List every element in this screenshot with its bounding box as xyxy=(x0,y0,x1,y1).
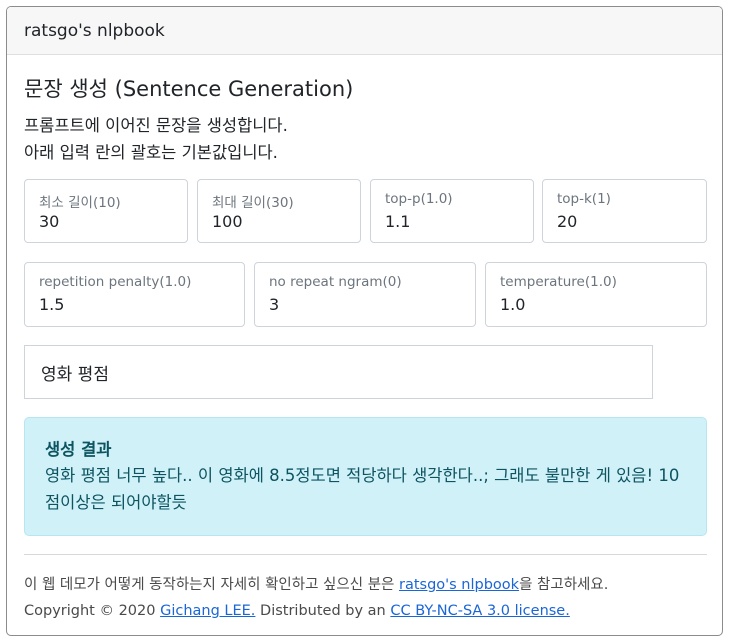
distribution-text: Distributed by an xyxy=(255,603,391,619)
top-p-field[interactable]: top-p(1.0) 1.1 xyxy=(370,179,534,243)
footer: 이 웹 데모가 어떻게 동작하는지 자세히 확인하고 싶으신 분은 ratsgo… xyxy=(24,572,608,624)
footer-line-1: 이 웹 데모가 어떻게 동작하는지 자세히 확인하고 싶으신 분은 ratsgo… xyxy=(24,572,608,598)
max-length-label: 최대 길이(30) xyxy=(212,195,294,211)
description-line-2: 아래 입력 란의 괄호는 기본값입니다. xyxy=(24,143,278,162)
top-k-label: top-k(1) xyxy=(557,191,611,207)
max-length-value: 100 xyxy=(212,212,243,231)
footer-line1-prefix: 이 웹 데모가 어떻게 동작하는지 자세히 확인하고 싶으신 분은 xyxy=(24,577,399,593)
nlpbook-link[interactable]: ratsgo's nlpbook xyxy=(399,577,519,593)
footer-line-2: Copyright © 2020 Gichang LEE. Distribute… xyxy=(24,598,608,624)
min-length-value: 30 xyxy=(39,212,60,231)
header-title: ratsgo's nlpbook xyxy=(24,20,165,41)
page-description: 프롬프트에 이어진 문장을 생성합니다. 아래 입력 란의 괄호는 기본값입니다… xyxy=(24,112,288,166)
repetition-penalty-value: 1.5 xyxy=(39,295,65,314)
no-repeat-ngram-label: no repeat ngram(0) xyxy=(269,274,402,290)
no-repeat-ngram-field[interactable]: no repeat ngram(0) 3 xyxy=(254,262,476,327)
top-k-field[interactable]: top-k(1) 20 xyxy=(542,179,707,243)
footer-line1-suffix: 을 참고하세요. xyxy=(519,577,609,593)
min-length-label: 최소 길이(10) xyxy=(39,195,121,211)
top-p-label: top-p(1.0) xyxy=(385,191,453,207)
top-p-value: 1.1 xyxy=(385,212,411,231)
temperature-field[interactable]: temperature(1.0) 1.0 xyxy=(485,262,707,327)
card-header: ratsgo's nlpbook xyxy=(7,7,722,55)
min-length-field[interactable]: 최소 길이(10) 30 xyxy=(24,179,188,243)
result-alert: 생성 결과 영화 평점 너무 높다.. 이 영화에 8.5정도면 적당하다 생각… xyxy=(24,417,707,536)
result-text: 영화 평점 너무 높다.. 이 영화에 8.5정도면 적당하다 생각한다..; … xyxy=(45,466,680,512)
license-link[interactable]: CC BY-NC-SA 3.0 license. xyxy=(390,603,569,619)
prompt-input-value: 영화 평점 xyxy=(41,364,109,385)
page-title: 문장 생성 (Sentence Generation) xyxy=(24,77,354,101)
author-link[interactable]: Gichang LEE. xyxy=(160,603,255,619)
main-card: ratsgo's nlpbook 문장 생성 (Sentence Generat… xyxy=(6,6,723,636)
temperature-value: 1.0 xyxy=(500,295,526,314)
temperature-label: temperature(1.0) xyxy=(500,274,617,290)
top-k-value: 20 xyxy=(557,212,578,231)
prompt-input[interactable]: 영화 평점 xyxy=(24,345,653,399)
repetition-penalty-label: repetition penalty(1.0) xyxy=(39,274,192,290)
copyright-text: Copyright © 2020 xyxy=(24,603,161,619)
max-length-field[interactable]: 최대 길이(30) 100 xyxy=(197,179,361,243)
footer-divider xyxy=(24,554,707,555)
description-line-1: 프롬프트에 이어진 문장을 생성합니다. xyxy=(24,116,288,135)
result-title: 생성 결과 xyxy=(45,440,112,459)
no-repeat-ngram-value: 3 xyxy=(269,295,280,314)
repetition-penalty-field[interactable]: repetition penalty(1.0) 1.5 xyxy=(24,262,245,327)
